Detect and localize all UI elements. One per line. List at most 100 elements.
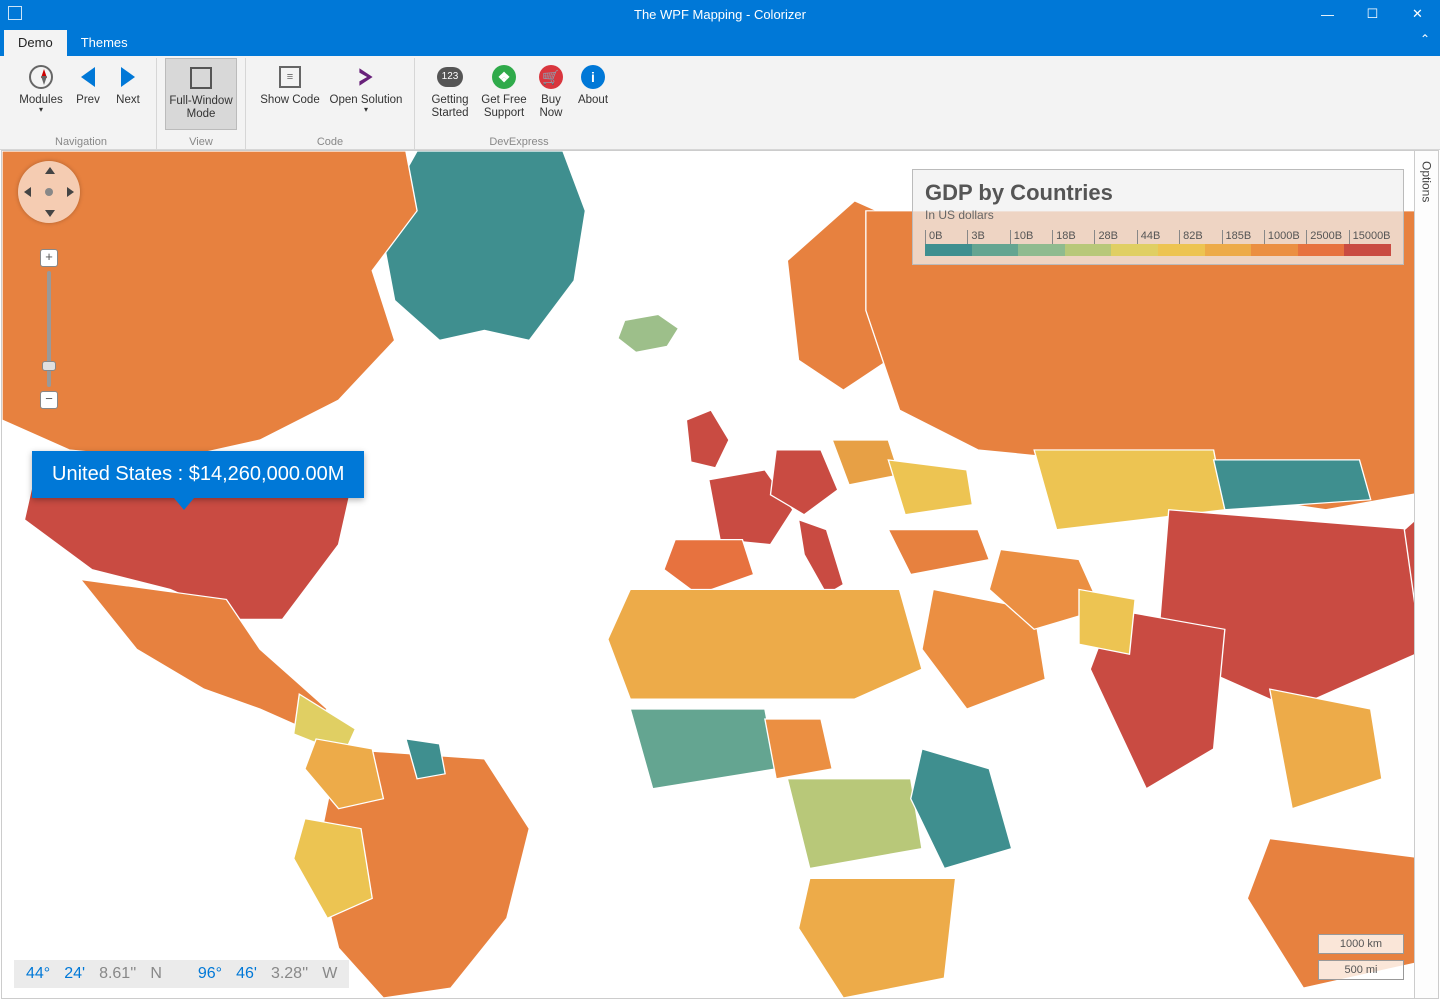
legend-tick: 82B [1179, 230, 1221, 244]
legend-swatch [1298, 244, 1345, 256]
region-colombia [305, 739, 384, 809]
zoom-thumb[interactable] [42, 361, 56, 371]
maximize-button[interactable]: ☐ [1350, 0, 1395, 28]
tooltip-text: United States : $14,260,000.00M [52, 463, 344, 485]
region-cafrica [787, 779, 922, 869]
region-safrica [799, 878, 956, 998]
close-button[interactable]: ✕ [1395, 0, 1440, 28]
ribbon: Modules ▾ Prev Next Navigation Full-Wind… [0, 56, 1440, 150]
legend-colorbar [925, 244, 1391, 256]
zoom-out-button[interactable]: − [40, 391, 58, 409]
legend-swatch [1344, 244, 1391, 256]
zoom-track[interactable] [47, 271, 51, 387]
world-map [2, 151, 1438, 998]
info-icon: i [581, 65, 605, 89]
region-iceland [618, 314, 679, 352]
ribbon-group-view: View [157, 136, 245, 148]
minimize-button[interactable]: ― [1305, 0, 1350, 28]
legend-tick: 28B [1094, 230, 1136, 244]
next-icon [121, 67, 135, 87]
window-titlebar: The WPF Mapping - Colorizer ― ☐ ✕ [0, 0, 1440, 28]
visual-studio-icon [355, 66, 377, 88]
legend-swatch [1018, 244, 1065, 256]
chevron-down-icon: ▾ [39, 105, 43, 114]
region-italy [799, 520, 844, 595]
scale-mi: 500 mi [1318, 960, 1404, 980]
legend-tick: 10B [1010, 230, 1052, 244]
region-greenland [383, 151, 585, 340]
window-title: The WPF Mapping - Colorizer [634, 7, 806, 22]
modules-button[interactable]: Modules ▾ [14, 58, 68, 130]
legend-swatch [1065, 244, 1112, 256]
ribbon-group-navigation: Navigation [6, 136, 156, 148]
legend-ticks: 0B3B10B18B28B44B82B185B1000B2500B15000B [925, 230, 1391, 244]
region-ukraine [888, 460, 972, 515]
options-flyout-tab[interactable]: Options [1414, 151, 1438, 998]
legend-swatch [1111, 244, 1158, 256]
region-spain [664, 540, 754, 595]
getting-started-icon: 123 [437, 67, 463, 87]
coordinate-readout: 44° 24' 8.61'' N 96° 46' 3.28'' W [14, 960, 349, 988]
open-solution-button[interactable]: Open Solution ▾ [326, 58, 406, 130]
pan-left-button[interactable] [24, 187, 31, 197]
legend-subtitle: In US dollars [925, 208, 1391, 222]
legend-tick: 185B [1222, 230, 1264, 244]
get-free-support-button[interactable]: ❖ Get Free Support [477, 58, 531, 130]
cart-icon: 🛒 [539, 65, 563, 89]
code-icon: ≡ [279, 66, 301, 88]
ribbon-group-devexpress: DevExpress [415, 136, 623, 148]
region-turkey [888, 530, 989, 575]
zoom-in-button[interactable]: + [40, 249, 58, 267]
region-eafrica [911, 749, 1012, 869]
full-window-mode-button[interactable]: Full-Window Mode [165, 58, 237, 130]
legend-tick: 44B [1137, 230, 1179, 244]
system-menu-icon[interactable] [8, 6, 22, 20]
region-uk [686, 410, 729, 468]
region-peru [294, 819, 373, 919]
support-icon: ❖ [492, 65, 516, 89]
legend-swatch [1205, 244, 1252, 256]
tab-demo[interactable]: Demo [4, 30, 67, 56]
legend-panel: GDP by Countries In US dollars 0B3B10B18… [912, 169, 1404, 265]
show-code-button[interactable]: ≡ Show Code [254, 58, 326, 130]
legend-swatch [925, 244, 972, 256]
pan-center-icon [45, 188, 53, 196]
pan-right-button[interactable] [67, 187, 74, 197]
ribbon-group-code: Code [246, 136, 414, 148]
legend-tick: 1000B [1264, 230, 1306, 244]
chevron-down-icon: ▾ [364, 105, 368, 114]
buy-now-button[interactable]: 🛒 Buy Now [531, 58, 571, 130]
scale-bar: 1000 km 500 mi [1318, 934, 1404, 980]
legend-title: GDP by Countries [925, 180, 1391, 206]
legend-tick: 18B [1052, 230, 1094, 244]
next-button[interactable]: Next [108, 58, 148, 130]
region-nigeria [765, 719, 832, 779]
zoom-slider: + − [38, 249, 60, 409]
region-wafrica [630, 709, 776, 789]
ribbon-tabstrip: Demo Themes ⌃ [0, 28, 1440, 56]
tab-themes[interactable]: Themes [67, 30, 142, 56]
pan-down-button[interactable] [45, 210, 55, 217]
compass-icon [29, 65, 53, 89]
region-pakistan [1079, 589, 1135, 654]
fullscreen-icon [190, 67, 212, 89]
prev-icon [81, 67, 95, 87]
pan-rose [18, 161, 80, 223]
legend-tick: 3B [967, 230, 1009, 244]
legend-swatch [972, 244, 1019, 256]
legend-tick: 0B [925, 230, 967, 244]
about-button[interactable]: i About [571, 58, 615, 130]
map-viewport[interactable]: + − United States : $14,260,000.00M GDP … [1, 150, 1439, 999]
legend-swatch [1158, 244, 1205, 256]
legend-tick: 15000B [1349, 230, 1391, 244]
options-label: Options [1420, 161, 1434, 202]
ribbon-collapse-button[interactable]: ⌃ [1420, 32, 1430, 46]
legend-swatch [1251, 244, 1298, 256]
region-nafrica [608, 589, 922, 699]
getting-started-button[interactable]: 123 Getting Started [423, 58, 477, 130]
prev-button[interactable]: Prev [68, 58, 108, 130]
region-seasia [1270, 689, 1382, 809]
pan-up-button[interactable] [45, 167, 55, 174]
scale-km: 1000 km [1318, 934, 1404, 954]
legend-tick: 2500B [1306, 230, 1348, 244]
